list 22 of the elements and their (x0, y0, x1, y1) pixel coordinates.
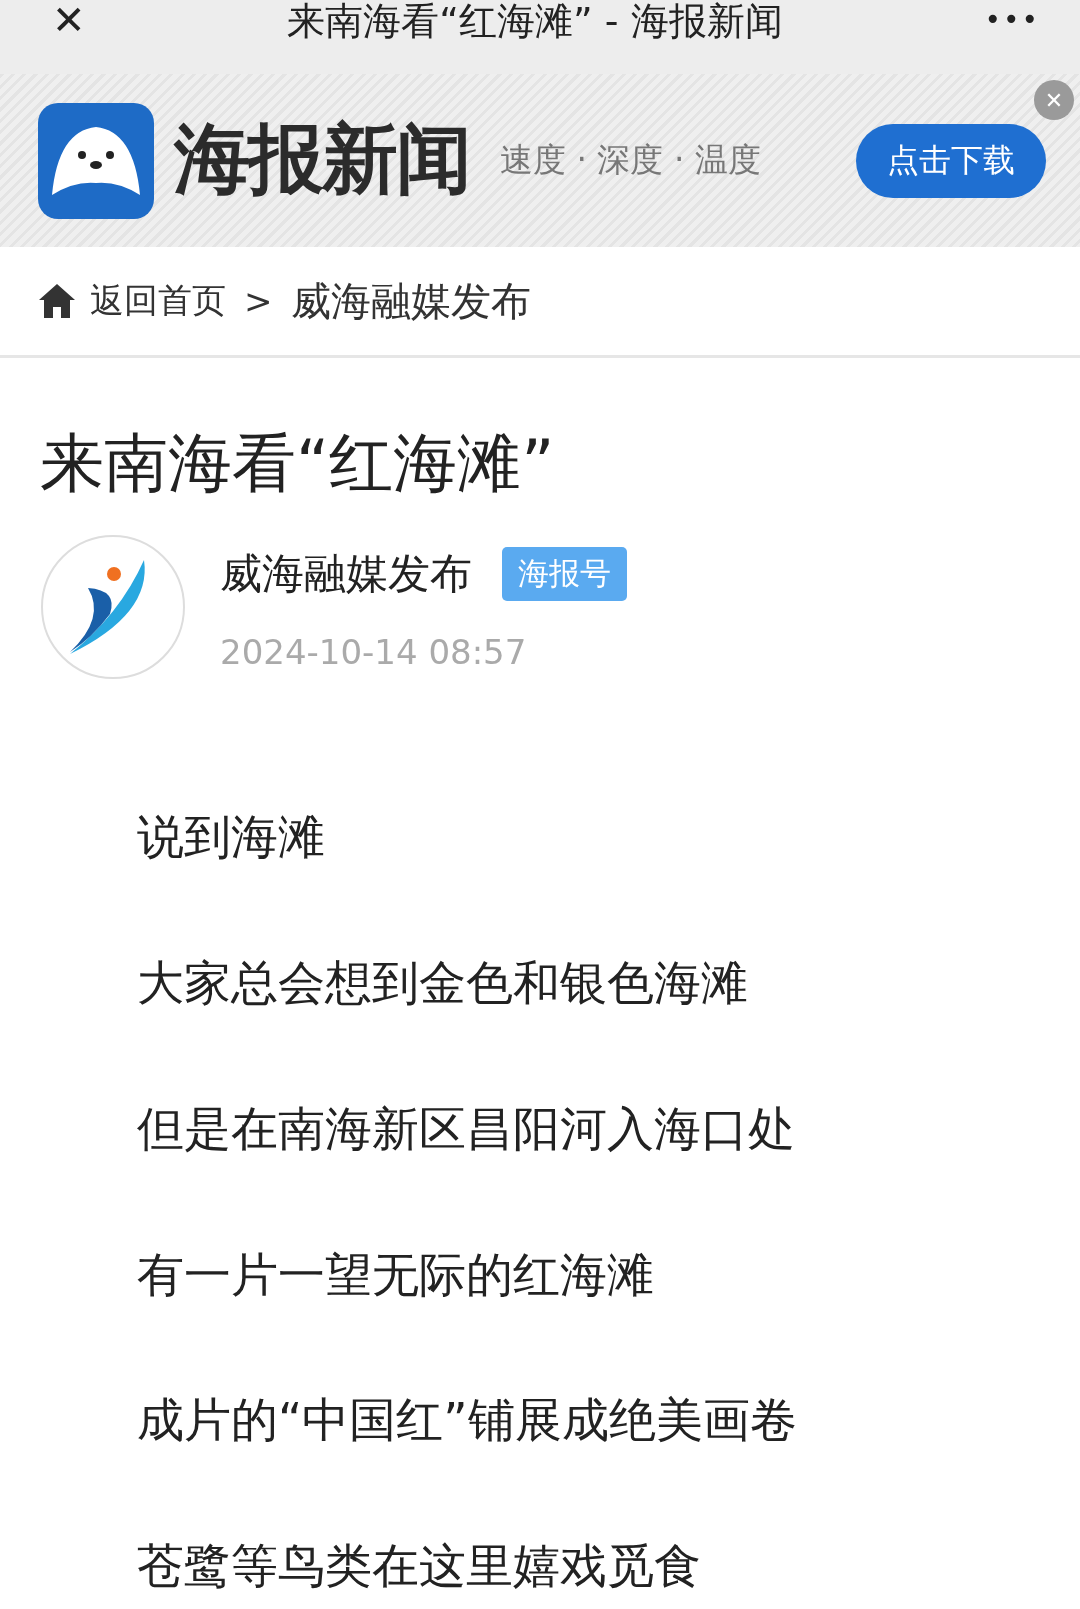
window-title: 来南海看“红海滩” - 海报新闻 (287, 2, 783, 45)
home-link[interactable]: 返回首页 (38, 278, 226, 324)
close-button[interactable]: ✕ (52, 0, 86, 74)
home-link-text: 返回首页 (90, 279, 226, 322)
author-name: 威海融媒发布 (220, 548, 472, 601)
more-button[interactable]: ••• (984, 6, 1040, 74)
channel-link[interactable]: 威海融媒发布 (290, 273, 531, 329)
download-button[interactable]: 点击下载 (856, 123, 1046, 198)
article-paragraph: 大家总会想到金色和银色海滩 (137, 954, 749, 1013)
article-paragraph: 但是在南海新区昌阳河入海口处 (137, 1099, 796, 1158)
article-paragraph: 成片的“中国红”铺展成绝美画卷 (137, 1391, 798, 1450)
article-paragraph: 说到海滩 (137, 808, 326, 867)
publish-date: 2024-10-14 08:57 (220, 632, 528, 673)
breadcrumb-separator: > (244, 281, 273, 321)
article-paragraph: 苍鹭等鸟类在这里嬉戏觅食 (137, 1537, 702, 1596)
app-logo-text: 海报新闻 (174, 113, 470, 205)
home-icon (38, 283, 76, 319)
seal-logo-icon (38, 102, 154, 219)
account-badge: 海报号 (502, 547, 627, 602)
article-paragraph: 有一片一望无际的红海滩 (137, 1245, 655, 1304)
article-title: 来南海看“红海滩” (40, 428, 556, 499)
slogan: 速度 · 深度 · 温度 (500, 139, 762, 181)
